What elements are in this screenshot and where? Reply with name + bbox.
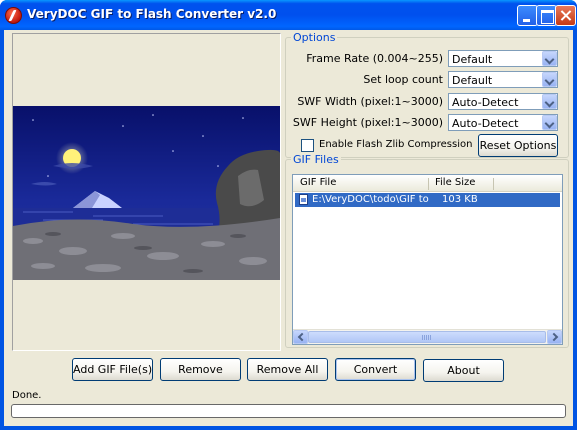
loop-count-select[interactable]: Default — [448, 71, 558, 88]
file-path-cell: E:\VeryDOC\todo\GIF to Fl... — [312, 194, 430, 205]
swf-height-label: SWF Height (pixel:1~3000) — [292, 116, 443, 129]
grip-icon — [422, 335, 432, 340]
close-button[interactable] — [555, 5, 576, 26]
frame-rate-select[interactable]: Default — [448, 50, 558, 67]
chevron-down-icon[interactable] — [542, 72, 557, 87]
chevron-down-icon[interactable] — [542, 115, 557, 130]
gif-file-list[interactable]: GIF File File Size E:\VeryDOC\todo\GIF t… — [292, 174, 563, 345]
remove-button[interactable]: Remove — [160, 358, 241, 381]
frame-rate-value: Default — [452, 53, 493, 66]
gif-files-group-title: GIF Files — [291, 153, 341, 166]
gif-file-icon — [299, 194, 308, 205]
status-text: Done. — [12, 390, 42, 401]
progress-bar — [11, 404, 566, 418]
column-header-gif-file[interactable]: GIF File — [300, 177, 336, 188]
swf-width-label: SWF Width (pixel:1~3000) — [297, 95, 443, 108]
about-button[interactable]: About — [423, 359, 504, 382]
zlib-compression-label[interactable]: Enable Flash Zlib Compression — [319, 139, 472, 150]
swf-width-select[interactable]: Auto-Detect — [448, 93, 558, 110]
scrollbar-thumb[interactable] — [308, 331, 546, 343]
frame-rate-label: Frame Rate (0.004~255) — [306, 52, 443, 65]
remove-all-button[interactable]: Remove All — [247, 358, 328, 381]
chevron-down-icon[interactable] — [542, 51, 557, 66]
maximize-button[interactable] — [536, 5, 557, 26]
loop-count-label: Set loop count — [363, 73, 443, 86]
swf-height-value: Auto-Detect — [452, 117, 519, 130]
reset-options-button[interactable]: Reset Options — [478, 134, 558, 157]
chevron-down-icon[interactable] — [542, 94, 557, 109]
column-header-file-size[interactable]: File Size — [435, 177, 475, 188]
loop-count-value: Default — [452, 74, 493, 87]
convert-button[interactable]: Convert — [335, 358, 416, 381]
gif-files-group: GIF Files GIF File File Size E:\VeryDOC\… — [285, 153, 569, 348]
window-title: VeryDOC GIF to Flash Converter v2.0 — [27, 7, 277, 21]
gif-preview-image — [13, 106, 280, 280]
table-row[interactable]: E:\VeryDOC\todo\GIF to Fl... 103 KB — [295, 193, 560, 207]
column-divider[interactable] — [428, 178, 429, 190]
app-logo-icon — [5, 7, 22, 24]
list-header: GIF File File Size — [293, 175, 562, 192]
client-area: Options Frame Rate (0.004~255) Default S… — [4, 30, 573, 426]
swf-height-select[interactable]: Auto-Detect — [448, 114, 558, 131]
file-size-cell: 103 KB — [442, 194, 478, 205]
options-group-title: Options — [291, 31, 338, 44]
horizontal-scrollbar[interactable] — [293, 329, 562, 344]
minimize-button[interactable] — [517, 5, 538, 26]
app-window: VeryDOC GIF to Flash Converter v2.0 Opti… — [0, 0, 577, 430]
options-group: Options Frame Rate (0.004~255) Default S… — [285, 31, 569, 158]
swf-width-value: Auto-Detect — [452, 96, 519, 109]
title-bar[interactable]: VeryDOC GIF to Flash Converter v2.0 — [0, 0, 577, 30]
column-divider[interactable] — [493, 178, 494, 190]
scroll-right-icon[interactable] — [547, 330, 562, 344]
scroll-left-icon[interactable] — [293, 330, 308, 344]
zlib-compression-checkbox[interactable] — [301, 139, 314, 152]
add-gif-files-button[interactable]: Add GIF File(s) — [72, 358, 153, 381]
gif-preview-panel — [12, 33, 281, 351]
